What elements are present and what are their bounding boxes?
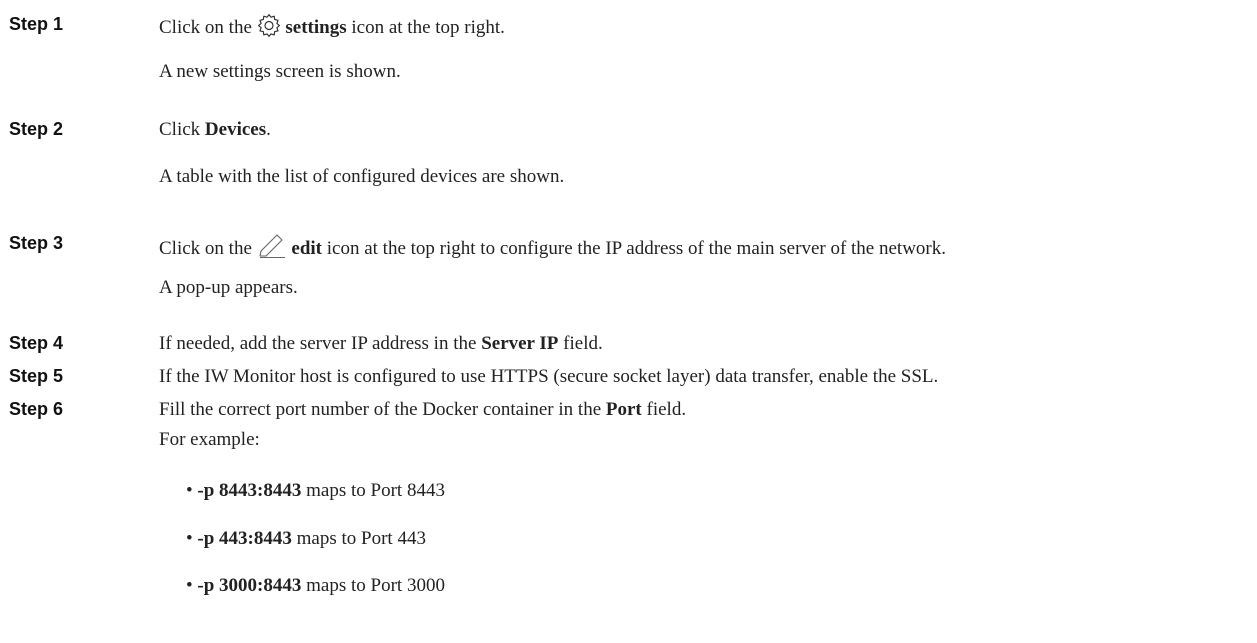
step-3-text-post: icon at the top right to configure the I… <box>326 238 947 259</box>
step-2-text-post: . <box>266 119 271 140</box>
step-5-label: Step 5 <box>9 366 64 386</box>
step-6-result: For example: <box>159 429 260 450</box>
step-6-label: Step 6 <box>9 399 64 419</box>
step-2-instruction: Click Devices. <box>159 118 271 142</box>
step-6-text-post: field. <box>646 399 687 420</box>
step-6-text-pre: Fill the correct port number of the Dock… <box>159 399 602 420</box>
bullet-icon: • <box>186 480 193 501</box>
list-item-code: -p 8443:8443 <box>197 480 302 501</box>
step-2-text-bold: Devices <box>204 119 267 140</box>
list-item: • -p 8443:8443 maps to Port 8443 <box>186 479 445 503</box>
gear-icon <box>257 13 281 44</box>
list-item: • -p 3000:8443 maps to Port 3000 <box>186 574 445 598</box>
step-4-text-bold: Server IP <box>481 333 559 354</box>
step-3-result: A pop-up appears. <box>159 277 298 298</box>
step-2-label: Step 2 <box>9 119 64 139</box>
step-1-label: Step 1 <box>9 14 64 34</box>
step-3-text-bold: edit <box>291 238 322 259</box>
step-6-instruction: Fill the correct port number of the Dock… <box>159 398 686 422</box>
step-3-label: Step 3 <box>9 233 64 253</box>
pencil-icon <box>257 232 287 265</box>
bullet-icon: • <box>186 575 193 596</box>
step-1-text-post: icon at the top right. <box>351 17 505 38</box>
step-4-instruction: If needed, add the server IP address in … <box>159 332 603 356</box>
step-4-text-post: field. <box>563 333 603 354</box>
list-item-text: maps to Port 8443 <box>306 480 445 501</box>
step-4-label: Step 4 <box>9 333 64 353</box>
step-4-text-pre: If needed, add the server IP address in … <box>159 333 477 354</box>
list-item-text: maps to Port 3000 <box>306 575 445 596</box>
step-2-text-pre: Click <box>159 119 201 140</box>
step-1-text-pre: Click on the <box>159 17 252 38</box>
list-item-text: maps to Port 443 <box>296 528 426 549</box>
step-6-text-bold: Port <box>605 399 642 420</box>
list-item: • -p 443:8443 maps to Port 443 <box>186 527 426 551</box>
step-2-result: A table with the list of configured devi… <box>159 166 565 187</box>
list-item-code: -p 3000:8443 <box>197 575 302 596</box>
step-3-instruction: Click on the edit icon at the top right … <box>159 232 946 265</box>
list-item-code: -p 443:8443 <box>197 528 292 549</box>
bullet-icon: • <box>186 528 193 549</box>
step-1-instruction: Click on the settings icon at the top ri… <box>159 13 505 44</box>
step-3-text-pre: Click on the <box>159 238 252 259</box>
document-page: { "steps": [ { "label": "Step 1", "pre":… <box>0 0 1257 643</box>
step-1-result: A new settings screen is shown. <box>159 61 401 82</box>
step-1-text-bold: settings <box>285 17 347 38</box>
step-5-instruction: If the IW Monitor host is configured to … <box>159 366 939 387</box>
